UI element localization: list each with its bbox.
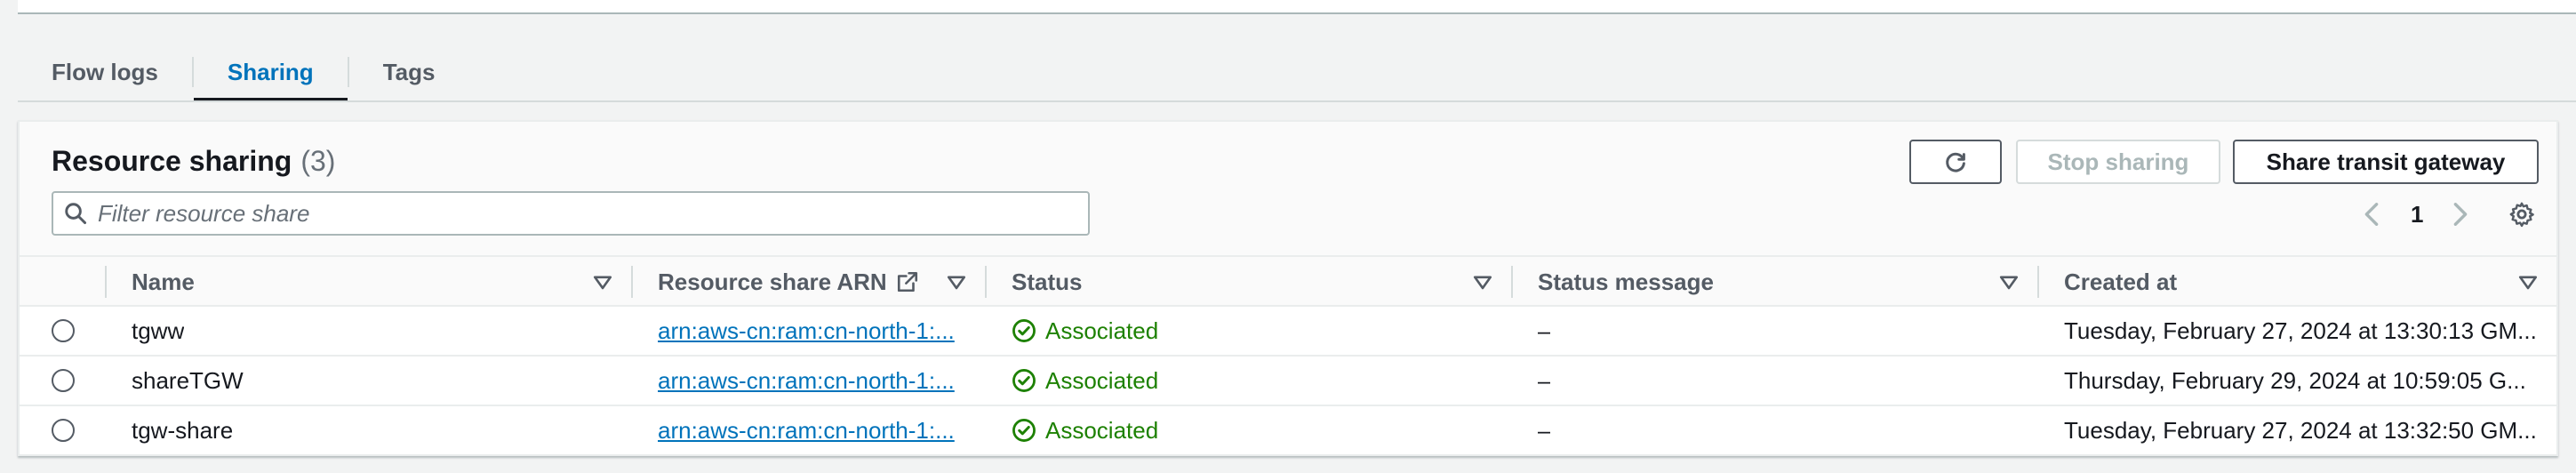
column-header-arn[interactable]: Resource share ARN (658, 257, 919, 307)
panel-title-text: Resource sharing (52, 145, 292, 177)
table-row[interactable]: tgww arn:aws-cn:ram:cn-north-1:... Assoc… (20, 307, 2556, 357)
check-circle-icon (1012, 369, 1036, 392)
sort-icon[interactable] (1996, 269, 2021, 294)
created-at: Tuesday, February 27, 2024 at 13:32:50 G… (2064, 416, 2537, 444)
check-circle-icon (1012, 319, 1036, 342)
tab-tags[interactable]: Tags (349, 43, 469, 101)
column-header-status[interactable]: Status (1012, 257, 1082, 307)
row-select-radio[interactable] (52, 419, 75, 442)
resource-share-arn: arn:aws-cn:ram:cn-north-1:... (658, 406, 978, 454)
resource-sharing-panel: Resource sharing (3) Stop sharing Share … (18, 120, 2558, 456)
filter-box (52, 191, 1090, 236)
sort-icon[interactable] (944, 269, 969, 294)
arn-link[interactable]: arn:aws-cn:ram:cn-north-1:... (658, 317, 955, 345)
resource-share-arn: arn:aws-cn:ram:cn-north-1:... (658, 357, 978, 405)
created-at: Tuesday, February 27, 2024 at 13:30:13 G… (2064, 317, 2537, 344)
table-row[interactable]: shareTGW arn:aws-cn:ram:cn-north-1:... A… (20, 357, 2556, 406)
created-at: Thursday, February 29, 2024 at 10:59:05 … (2064, 366, 2526, 394)
tab-sharing[interactable]: Sharing (193, 43, 348, 101)
column-divider (105, 266, 107, 298)
status-message: – (1538, 366, 1551, 394)
share-name: tgw-share (132, 416, 234, 444)
status-cell: Associated (1012, 406, 1158, 454)
status-text: Associated (1045, 416, 1159, 444)
settings-gear-icon[interactable] (2508, 196, 2535, 232)
sort-icon[interactable] (2516, 269, 2540, 294)
search-icon (53, 202, 98, 225)
refresh-icon (1946, 152, 1965, 172)
status-cell: Associated (1012, 357, 1158, 405)
table-header: Name Resource share ARN Status Status me… (20, 255, 2556, 307)
share-transit-gateway-button[interactable]: Share transit gateway (2233, 140, 2539, 184)
next-page-icon[interactable] (2452, 196, 2469, 232)
column-divider (2037, 266, 2039, 298)
status-text: Associated (1045, 366, 1159, 394)
external-link-icon (897, 271, 917, 293)
column-header-created-at[interactable]: Created at (2064, 257, 2177, 307)
table-row[interactable]: tgw-share arn:aws-cn:ram:cn-north-1:... … (20, 406, 2556, 456)
share-name: shareTGW (132, 366, 244, 394)
arn-link[interactable]: arn:aws-cn:ram:cn-north-1:... (658, 367, 955, 395)
column-divider (1511, 266, 1513, 298)
filter-resource-share-input[interactable] (98, 199, 1088, 228)
panel-header: Resource sharing (3) Stop sharing Share … (20, 122, 2556, 255)
previous-page-icon[interactable] (2363, 196, 2380, 232)
resource-count: (3) (300, 145, 336, 177)
panel-title: Resource sharing (3) (52, 145, 335, 178)
tabs-underline (18, 100, 2576, 102)
column-header-name[interactable]: Name (132, 257, 195, 307)
status-text: Associated (1045, 317, 1159, 344)
status-message: – (1538, 317, 1551, 344)
check-circle-icon (1012, 419, 1036, 442)
status-message: – (1538, 416, 1551, 444)
sort-icon[interactable] (1470, 269, 1495, 294)
tab-flow-logs[interactable]: Flow logs (18, 43, 192, 101)
tab-bar: Flow logs Sharing Tags (18, 43, 468, 101)
column-header-arn-label: Resource share ARN (658, 268, 887, 295)
stop-sharing-button[interactable]: Stop sharing (2016, 140, 2220, 184)
row-select-radio[interactable] (52, 369, 75, 392)
row-select-radio[interactable] (52, 319, 75, 342)
page-number[interactable]: 1 (2411, 196, 2423, 232)
share-name: tgww (132, 317, 185, 344)
column-divider (631, 266, 633, 298)
refresh-button[interactable] (1909, 140, 2002, 184)
column-header-status-message[interactable]: Status message (1538, 257, 1714, 307)
arn-link[interactable]: arn:aws-cn:ram:cn-north-1:... (658, 417, 955, 445)
resource-share-arn: arn:aws-cn:ram:cn-north-1:... (658, 307, 978, 355)
column-divider (985, 266, 987, 298)
top-panel (18, 0, 2576, 14)
sort-icon[interactable] (590, 269, 615, 294)
status-cell: Associated (1012, 307, 1158, 355)
